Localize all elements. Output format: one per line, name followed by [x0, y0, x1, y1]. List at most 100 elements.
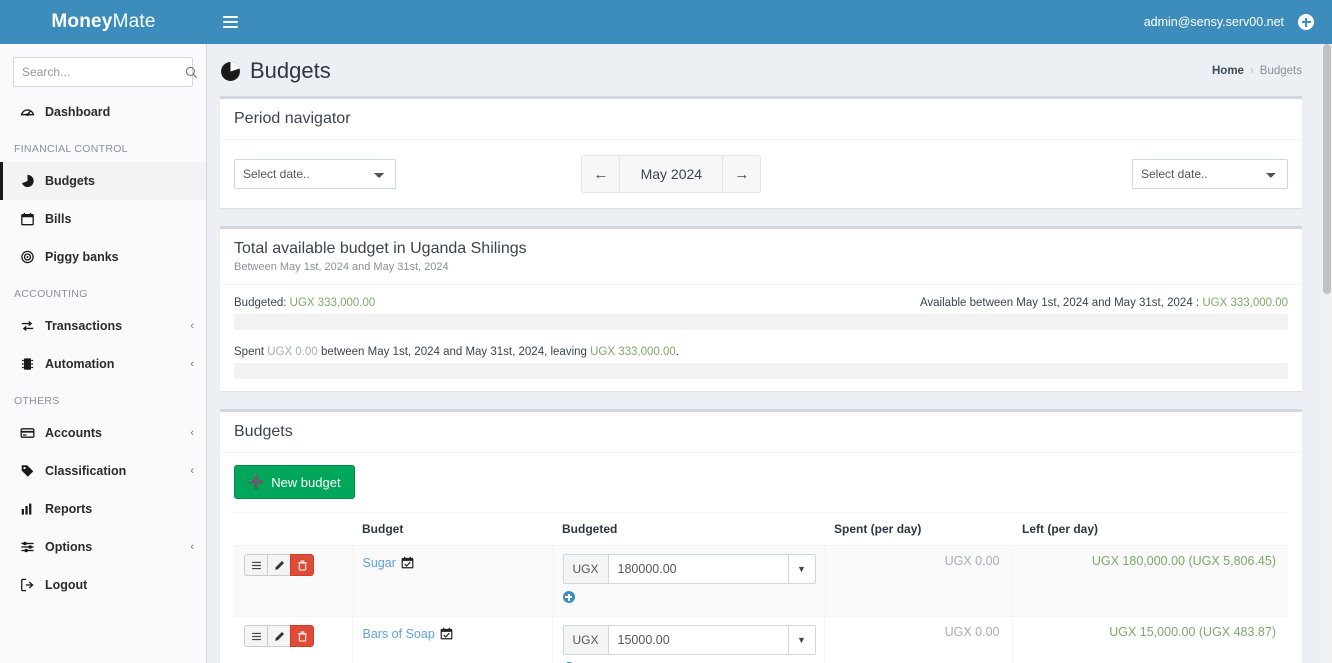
trash-icon	[297, 630, 307, 642]
row-action-group	[244, 625, 314, 647]
breadcrumb-separator: ›	[1249, 65, 1254, 77]
sidebar-item-piggy-banks[interactable]: Piggy banks	[0, 238, 206, 276]
left-per-day-value: UGX 180,000.00 (UGX 5,806.45)	[1091, 554, 1276, 568]
search-input[interactable]	[14, 58, 185, 86]
left-per-day-cell: UGX 180,000.00 (UGX 5,806.45)	[1012, 545, 1288, 617]
sidebar-toggle-button[interactable]	[207, 0, 253, 44]
pencil-icon	[274, 631, 284, 641]
piggy-bank-icon	[17, 250, 37, 264]
page-header: Budgets Home › Budgets	[207, 44, 1322, 96]
budgeted-label: Budgeted:	[234, 297, 287, 309]
budgeted-amount-cell: UGX ▼	[552, 545, 825, 617]
add-budget-limit-row	[562, 590, 816, 608]
page-scrollbar[interactable]	[1322, 44, 1332, 663]
dashboard-icon	[17, 105, 37, 119]
sidebar-item-classification[interactable]: Classification ‹	[0, 452, 206, 490]
budget-name-cell: Sugar	[352, 545, 553, 617]
row-menu-button[interactable]	[244, 554, 268, 576]
user-email-label[interactable]: admin@sensy.serv00.net	[1144, 15, 1298, 29]
page-title: Budgets	[220, 58, 331, 84]
plus-circle-icon[interactable]	[562, 591, 575, 603]
budgeted-amount-input[interactable]	[608, 554, 788, 584]
sidebar-section-header: FINANCIAL CONTROL	[14, 143, 128, 155]
plus-circle-icon[interactable]	[1298, 14, 1314, 30]
spent-line: Spent UGX 0.00 between May 1st, 2024 and…	[234, 346, 1288, 358]
row-menu-button[interactable]	[244, 625, 268, 647]
row-action-group	[244, 554, 314, 576]
sidebar-item-options[interactable]: Options ‹	[0, 528, 206, 566]
sidebar-section-header: OTHERS	[14, 395, 60, 407]
spent-amount: UGX 0.00	[267, 346, 318, 358]
list-menu-icon	[251, 561, 261, 569]
budget-name-link[interactable]: Sugar	[363, 556, 396, 570]
sidebar-search-wrapper	[0, 44, 206, 93]
topbar-right-group: admin@sensy.serv00.net	[1144, 0, 1332, 44]
sidebar-item-logout[interactable]: Logout	[0, 566, 206, 604]
budget-name-link[interactable]: Bars of Soap	[363, 627, 435, 641]
calendar-icon	[20, 212, 34, 226]
calendar-check-icon	[440, 627, 453, 640]
row-edit-button[interactable]	[267, 554, 291, 576]
sidebar-item-reports[interactable]: Reports	[0, 490, 206, 528]
search-box[interactable]	[13, 57, 198, 87]
credit-card-icon	[17, 426, 37, 440]
logout-icon	[17, 578, 37, 592]
search-button[interactable]	[185, 58, 198, 86]
calendar-check-icon	[401, 556, 414, 569]
sidebar-item-transactions[interactable]: Transactions ‹	[0, 307, 206, 345]
next-month-button[interactable]: →	[722, 156, 761, 192]
chevron-left-icon: ‹	[190, 541, 194, 553]
column-header-budgeted: Budgeted	[552, 512, 825, 546]
spent-per-day-cell: UGX 0.00	[824, 545, 1013, 617]
row-edit-button[interactable]	[267, 625, 291, 647]
month-navigator: ← May 2024 →	[581, 155, 762, 193]
chevron-left-icon: ‹	[190, 320, 194, 332]
pie-chart-icon	[220, 61, 241, 82]
left-per-day-cell: UGX 15,000.00 (UGX 483.87)	[1012, 616, 1288, 663]
total-budget-panel: Total available budget in Uganda Shiling…	[220, 226, 1302, 391]
sidebar-item-label: Automation	[45, 357, 115, 371]
hamburger-menu-icon	[222, 13, 238, 31]
chevron-left-icon: ‹	[190, 358, 194, 370]
breadcrumb-home-link[interactable]: Home	[1212, 65, 1244, 77]
sidebar-item-label: Budgets	[45, 174, 95, 188]
new-budget-button[interactable]: ➕ New budget	[234, 465, 355, 499]
sidebar-item-label: Accounts	[45, 426, 102, 440]
total-budget-title: Total available budget in Uganda Shiling…	[234, 240, 527, 257]
app-brand-logo[interactable]: Money Mate	[0, 0, 207, 44]
exchange-icon	[21, 320, 33, 332]
sidebar-item-accounts[interactable]: Accounts ‹	[0, 414, 206, 452]
sidebar: Dashboard FINANCIAL CONTROL Budgets Bills Pi…	[0, 44, 207, 663]
period-end-date-select[interactable]: Select date..	[1131, 159, 1288, 189]
budget-name-cell: Bars of Soap	[352, 616, 553, 663]
period-navigator-title: Period navigator	[234, 110, 351, 127]
dashboard-icon	[20, 109, 34, 117]
period-start-date-select[interactable]: Select date..	[234, 159, 396, 189]
row-delete-button[interactable]	[290, 625, 314, 647]
current-month-label: May 2024	[620, 156, 723, 192]
sidebar-item-dashboard[interactable]: Dashboard	[0, 93, 206, 131]
caret-down-icon[interactable]: ▼	[787, 554, 816, 584]
sidebar-item-budgets[interactable]: Budgets	[0, 162, 206, 200]
page-scrollbar-thumb[interactable]	[1323, 44, 1331, 294]
budgeted-amount-input[interactable]	[608, 625, 788, 655]
spent-per-day-value: UGX 0.00	[944, 554, 1000, 568]
sidebar-item-label: Classification	[45, 464, 127, 478]
budgets-panel-header: Budgets	[220, 412, 1302, 453]
total-budget-header: Total available budget in Uganda Shiling…	[220, 229, 1302, 285]
row-delete-button[interactable]	[290, 554, 314, 576]
caret-down-icon[interactable]: ▼	[787, 625, 816, 655]
column-header-spent: Spent (per day)	[824, 512, 1013, 546]
chevron-left-icon: ‹	[190, 427, 194, 439]
budgeted-progress-bar	[234, 314, 1288, 330]
piggy-bank-icon	[20, 250, 34, 264]
chevron-left-icon: ‹	[190, 465, 194, 477]
previous-month-button[interactable]: ←	[582, 156, 621, 192]
calendar-icon	[17, 212, 37, 226]
sidebar-item-automation[interactable]: Automation ‹	[0, 345, 206, 383]
sidebar-item-bills[interactable]: Bills	[0, 200, 206, 238]
column-header-budget: Budget	[352, 512, 552, 546]
pie-chart-icon	[21, 174, 34, 188]
budgets-panel: Budgets ➕ New budget Budget Budgeted Spe…	[220, 409, 1302, 663]
tag-icon	[17, 464, 37, 478]
